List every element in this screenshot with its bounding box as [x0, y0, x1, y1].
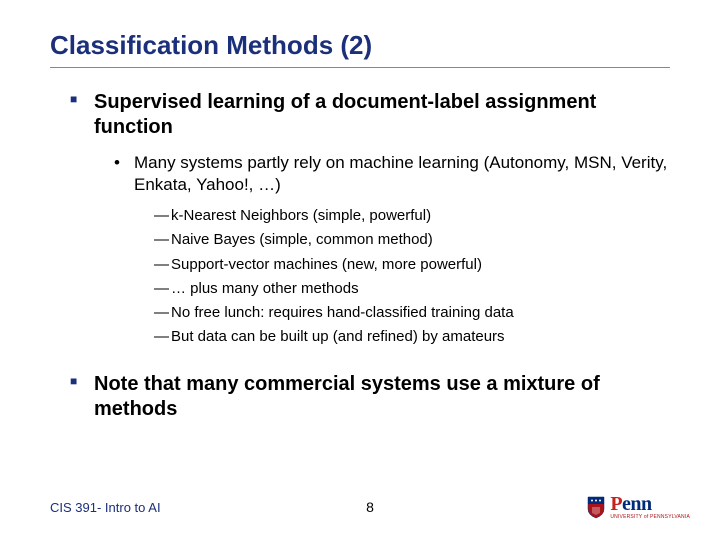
- penn-wordmark: Penn: [610, 494, 690, 514]
- penn-logo: Penn UNIVERSITY of PENNSYLVANIA: [586, 494, 690, 520]
- penn-subtitle: UNIVERSITY of PENNSYLVANIA: [610, 515, 690, 520]
- dash-item: k-Nearest Neighbors (simple, powerful): [154, 206, 670, 226]
- bullet-supervised-learning: Supervised learning of a document-label …: [70, 90, 670, 140]
- dash-item: … plus many other methods: [154, 279, 670, 299]
- slide-footer: CIS 391- Intro to AI 8 Penn UNIVERSITY o…: [50, 494, 690, 520]
- footer-page-number: 8: [366, 499, 374, 515]
- dash-item: No free lunch: requires hand-classified …: [154, 303, 670, 323]
- dash-list: k-Nearest Neighbors (simple, powerful) N…: [50, 206, 670, 348]
- dash-item: Naive Bayes (simple, common method): [154, 230, 670, 250]
- bullet-many-systems: Many systems partly rely on machine lear…: [114, 152, 670, 196]
- shield-icon: [586, 495, 606, 519]
- dash-item: But data can be built up (and refined) b…: [154, 327, 670, 347]
- bullet-commercial-systems: Note that many commercial systems use a …: [70, 372, 670, 422]
- slide-title: Classification Methods (2): [50, 30, 670, 68]
- penn-logo-text: Penn UNIVERSITY of PENNSYLVANIA: [610, 494, 690, 520]
- dash-item: Support-vector machines (new, more power…: [154, 255, 670, 275]
- footer-course: CIS 391- Intro to AI: [50, 500, 161, 515]
